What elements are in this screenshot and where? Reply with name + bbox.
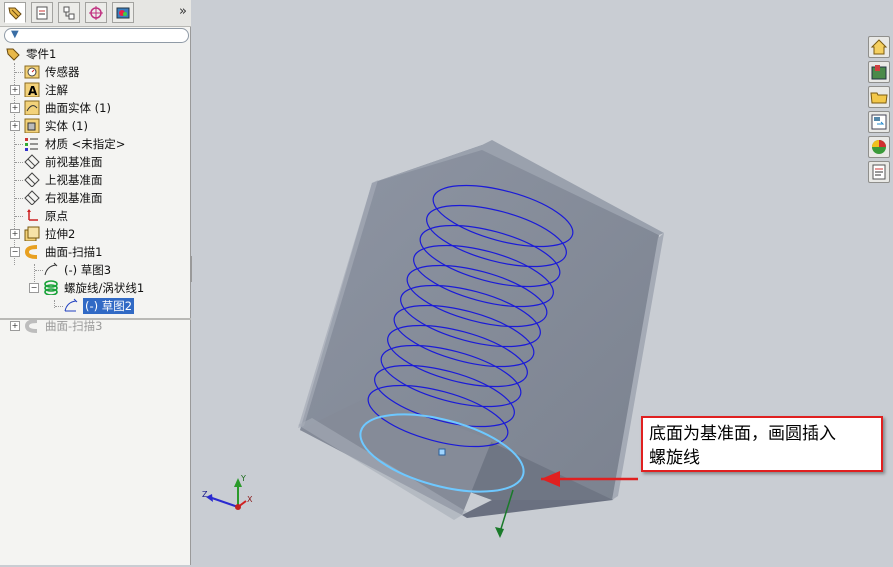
display-manager-icon <box>116 7 130 18</box>
tree-item-solid-bodies[interactable]: + 实体 (1) <box>0 117 191 135</box>
configuration-manager-icon <box>63 6 75 19</box>
tree-item-label: 右视基准面 <box>45 191 103 205</box>
graphics-viewport[interactable]: Y Z X <box>192 0 893 567</box>
surface-sweep-icon <box>24 245 38 259</box>
part-icon <box>6 48 20 61</box>
filter-icon: ▼ <box>11 29 19 40</box>
solid-body <box>298 140 664 520</box>
tree-item-label: 上视基准面 <box>45 173 103 187</box>
folder-icon <box>870 92 888 104</box>
coordinate-triad: Y Z X <box>202 474 253 510</box>
tree-item-label: 曲面-扫描1 <box>45 245 103 259</box>
callout-line-1: 底面为基准面，画圆插入 <box>649 424 836 444</box>
appearances-button[interactable] <box>868 136 890 158</box>
triad-z-label: Z <box>202 490 208 499</box>
tree-item-extrude2[interactable]: + 拉伸2 <box>0 225 191 243</box>
tab-property-manager[interactable] <box>31 2 53 23</box>
plane-icon <box>24 190 40 205</box>
triad-y-label: Y <box>240 474 246 483</box>
collapse-toggle[interactable]: − <box>29 283 39 293</box>
tab-dimxpert-manager[interactable] <box>85 2 107 23</box>
collapse-panel-button[interactable]: » <box>179 4 187 19</box>
custom-properties-button[interactable] <box>868 161 890 183</box>
tab-display-manager[interactable] <box>112 2 134 23</box>
triad-x-label: X <box>247 495 253 504</box>
tree-item-right-plane[interactable]: 右视基准面 <box>0 189 191 207</box>
sketch-icon <box>44 262 58 276</box>
tree-item-label: 前视基准面 <box>45 155 103 169</box>
tree-item-surface-sweep1[interactable]: − 曲面-扫描1 <box>0 243 191 261</box>
tab-configuration-manager[interactable] <box>58 2 80 23</box>
callout-line-2: 螺旋线 <box>649 448 700 468</box>
tree-item-label: 曲面实体 (1) <box>45 101 111 115</box>
tree-item-origin[interactable]: 原点 <box>0 207 191 225</box>
helix-icon <box>44 280 58 295</box>
design-library-button[interactable] <box>868 61 890 83</box>
surface-sweep-icon <box>24 319 38 333</box>
extrude-icon <box>24 226 40 241</box>
file-explorer-button[interactable] <box>868 86 890 108</box>
tree-item-sensors[interactable]: 传感器 <box>0 63 191 81</box>
collapse-toggle[interactable]: − <box>10 247 20 257</box>
expand-toggle[interactable]: + <box>10 121 20 131</box>
custom-properties-icon <box>872 164 886 180</box>
rollback-bar[interactable] <box>0 318 191 320</box>
surface-bodies-icon <box>24 100 40 115</box>
expand-toggle[interactable]: + <box>10 229 20 239</box>
sensor-icon <box>24 65 40 79</box>
sketch-icon <box>64 298 78 312</box>
tree-item-label: 螺旋线/涡状线1 <box>64 281 145 295</box>
plane-icon <box>24 172 40 187</box>
tree-item-sketch3[interactable]: (-) 草图3 <box>0 261 191 279</box>
tree-item-label: 材质 <未指定> <box>45 137 126 151</box>
model-view: Y Z X <box>202 140 664 538</box>
manager-tab-bar: » <box>0 0 191 27</box>
solid-bodies-icon <box>24 118 40 133</box>
home-button[interactable] <box>868 36 890 58</box>
normal-arrow <box>495 527 504 538</box>
tree-item-label: 传感器 <box>45 65 80 79</box>
tree-item-label: (-) 草图2 <box>83 298 135 314</box>
expand-toggle[interactable]: + <box>10 103 20 113</box>
annotation-callout: 底面为基准面，画圆插入 螺旋线 <box>641 416 883 472</box>
tree-item-label: 拉伸2 <box>45 227 76 241</box>
home-icon <box>870 39 888 55</box>
plane-icon <box>24 154 40 169</box>
feature-manager-panel: » ▼ 零件1 传感器 + A 注解 + 曲面实体 (1) + 实体 (1) 材… <box>0 0 191 565</box>
tree-item-sketch2[interactable]: (-) 草图2 <box>0 297 191 315</box>
tree-item-label: 零件1 <box>26 47 57 61</box>
tree-item-label: 原点 <box>45 209 68 223</box>
tree-item-label: 注解 <box>45 83 68 97</box>
tree-item-surface-bodies[interactable]: + 曲面实体 (1) <box>0 99 191 117</box>
design-library-icon <box>871 65 887 80</box>
tree-item-label: 实体 (1) <box>45 119 88 133</box>
tree-item-top-plane[interactable]: 上视基准面 <box>0 171 191 189</box>
tree-item-helix1[interactable]: − 螺旋线/涡状线1 <box>0 279 191 297</box>
view-palette-icon <box>871 114 887 130</box>
expand-toggle[interactable]: + <box>10 321 20 331</box>
tree-item-annotations[interactable]: + A 注解 <box>0 81 191 99</box>
material-icon <box>25 138 38 151</box>
annotation-icon: A <box>24 82 40 97</box>
tree-item-label: 曲面-扫描3 <box>45 319 103 333</box>
tree-item-front-plane[interactable]: 前视基准面 <box>0 153 191 171</box>
view-palette-button[interactable] <box>868 111 890 133</box>
tree-item-part[interactable]: 零件1 <box>0 45 191 63</box>
svg-text:A: A <box>28 84 38 97</box>
dimxpert-icon <box>89 5 103 20</box>
circle-center-point <box>438 448 446 456</box>
expand-toggle[interactable]: + <box>10 85 20 95</box>
tree-item-material[interactable]: 材质 <未指定> <box>0 135 191 153</box>
property-manager-icon <box>36 6 48 19</box>
tab-feature-manager[interactable] <box>4 2 26 23</box>
tree-filter-input[interactable]: ▼ <box>4 28 189 43</box>
feature-manager-icon <box>8 7 22 20</box>
origin-icon <box>27 209 38 221</box>
appearances-icon <box>872 140 886 154</box>
tree-item-label: (-) 草图3 <box>64 263 112 277</box>
